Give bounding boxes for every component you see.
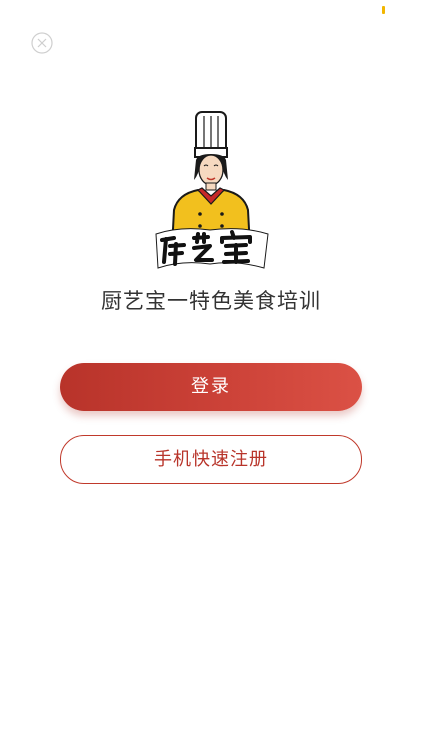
close-button[interactable] <box>31 32 53 54</box>
close-icon <box>31 32 53 54</box>
app-title: 厨艺宝一特色美食培训 <box>101 289 321 313</box>
status-indicator <box>382 6 385 14</box>
register-button[interactable]: 手机快速注册 <box>60 435 362 484</box>
login-button[interactable]: 登录 <box>60 363 362 411</box>
chef-logo-icon <box>155 111 269 269</box>
chef-logo <box>150 108 272 272</box>
